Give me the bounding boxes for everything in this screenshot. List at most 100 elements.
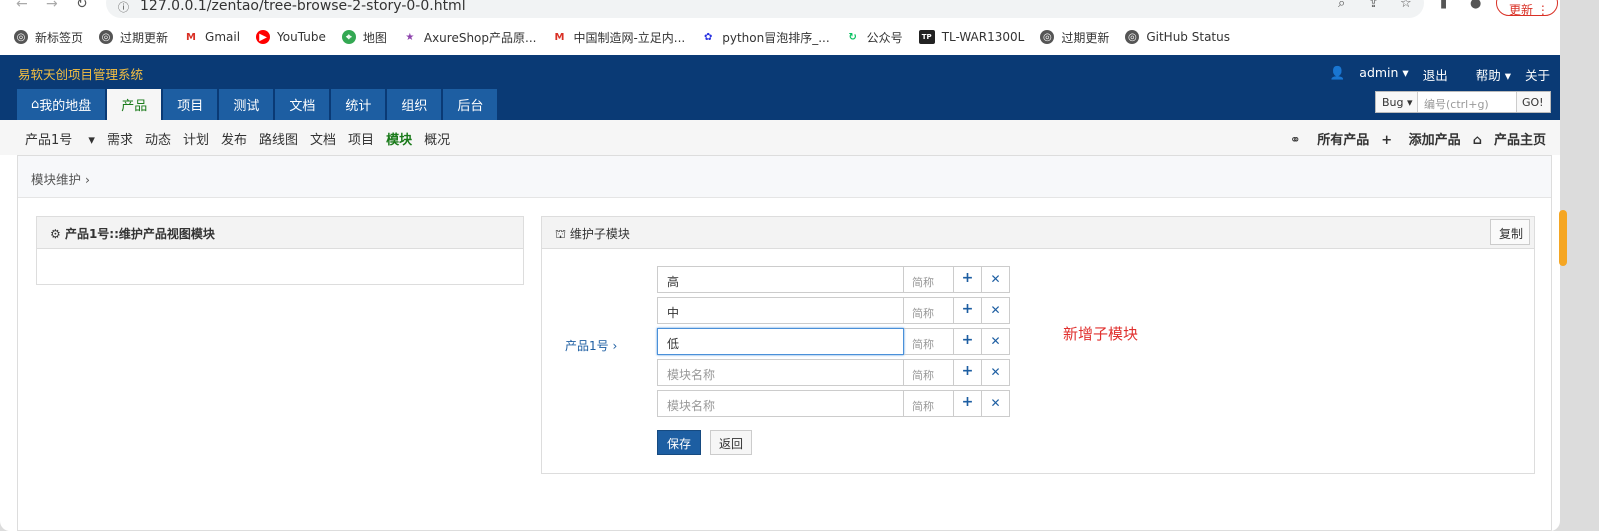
page-scrollbar-thumb[interactable] bbox=[1559, 210, 1567, 266]
bookmark-item[interactable]: ★ AxureShop产品原... bbox=[402, 29, 537, 46]
module-short-input[interactable]: 简称 bbox=[904, 328, 954, 355]
subnav-item[interactable]: 发布 bbox=[221, 129, 247, 148]
subnav-item[interactable]: 项目 bbox=[348, 129, 374, 148]
bookmark-item[interactable]: ⌖ 地图 bbox=[341, 29, 387, 46]
all-products-link[interactable]: ⚭ 所有产品 bbox=[1290, 129, 1369, 148]
main-nav-tab[interactable]: 测试 bbox=[219, 89, 274, 120]
address-bar[interactable]: ⓘ 127.0.0.1/zentao/tree-browse-2-story-0… bbox=[106, 0, 1424, 18]
annotation-text: 新增子模块 bbox=[1063, 325, 1139, 343]
bookmark-item[interactable]: ✿ python冒泡排序_... bbox=[701, 29, 830, 46]
module-name-input[interactable]: 中 bbox=[657, 297, 904, 324]
main-nav-tab[interactable]: 项目 bbox=[163, 89, 218, 120]
bookmark-item[interactable]: ↻ 公众号 bbox=[845, 29, 903, 46]
module-short-input[interactable]: 简称 bbox=[904, 359, 954, 386]
add-row-icon[interactable]: + bbox=[954, 297, 982, 324]
module-row: 模块名称 简称 + ✕ bbox=[657, 359, 1010, 386]
bookmark-label: YouTube bbox=[277, 30, 326, 44]
subnav-item[interactable]: 需求 bbox=[107, 129, 133, 148]
copy-button[interactable]: 复制 bbox=[1490, 219, 1530, 245]
user-dropdown[interactable]: 👤 admin ▾ bbox=[1316, 65, 1409, 84]
quick-search: Bug ▾ 编号(ctrl+g) GO! bbox=[1375, 91, 1551, 113]
logout-link[interactable]: 退出 bbox=[1423, 65, 1448, 84]
back-arrow-icon[interactable]: ← bbox=[16, 0, 28, 12]
subnav-item[interactable]: 概况 bbox=[424, 129, 450, 148]
module-short-input[interactable]: 简称 bbox=[904, 266, 954, 293]
main-nav-tab[interactable]: 文档 bbox=[275, 89, 330, 120]
bookmark-item[interactable]: ◎ 过期更新 bbox=[99, 29, 168, 46]
add-product-link[interactable]: + 添加产品 bbox=[1381, 129, 1460, 148]
module-row: 高简称 + ✕ bbox=[657, 266, 1010, 293]
module-row: 模块名称 简称 + ✕ bbox=[657, 390, 1010, 417]
add-row-icon[interactable]: + bbox=[954, 359, 982, 386]
site-info-icon[interactable]: ⓘ bbox=[118, 0, 129, 15]
main-nav-tab[interactable]: 统计 bbox=[331, 89, 386, 120]
globe-icon: ◎ bbox=[99, 30, 114, 44]
parent-product-link[interactable]: 产品1号 › bbox=[565, 337, 617, 354]
subnav-item[interactable]: 文档 bbox=[310, 129, 336, 148]
refresh-icon: ↻ bbox=[845, 30, 860, 44]
bookmark-star-icon[interactable]: ☆ bbox=[1400, 0, 1412, 11]
subnav-item[interactable]: 路线图 bbox=[259, 129, 298, 148]
bookmark-item[interactable]: ◎ 新标签页 bbox=[14, 29, 83, 46]
product-switcher[interactable]: 产品1号 ▾ bbox=[25, 129, 95, 148]
bookmark-item[interactable]: ◎ 过期更新 bbox=[1040, 29, 1109, 46]
module-tree-panel: ⚙ 产品1号::维护产品视图模块 bbox=[36, 216, 524, 285]
update-button[interactable]: 更新 ⋮ bbox=[1496, 0, 1558, 17]
subnav-item[interactable]: 动态 bbox=[145, 129, 171, 148]
sidepanel-icon[interactable]: ▮ bbox=[1440, 0, 1447, 11]
forward-arrow-icon[interactable]: → bbox=[46, 0, 58, 12]
module-short-input[interactable]: 简称 bbox=[904, 297, 954, 324]
module-name-input[interactable]: 低 bbox=[657, 328, 904, 355]
breadcrumb-label[interactable]: 模块维护 bbox=[31, 172, 81, 187]
add-row-icon[interactable]: + bbox=[954, 328, 982, 355]
main-nav-tab[interactable]: 后台 bbox=[443, 89, 498, 120]
save-button[interactable]: 保存 bbox=[657, 430, 702, 455]
module-name-input[interactable]: 高 bbox=[657, 266, 904, 293]
delete-row-icon[interactable]: ✕ bbox=[982, 359, 1010, 386]
bookmark-item[interactable]: ◎ GitHub Status bbox=[1125, 30, 1230, 44]
main-nav-label: 后台 bbox=[457, 99, 484, 114]
module-row: 中简称 + ✕ bbox=[657, 297, 1010, 324]
bookmark-item[interactable]: M 中国制造网-立足内... bbox=[552, 29, 685, 46]
delete-row-icon[interactable]: ✕ bbox=[982, 266, 1010, 293]
gmail-icon: M bbox=[184, 30, 199, 44]
share-icon[interactable]: ⇪ bbox=[1368, 0, 1379, 11]
product-home-link[interactable]: ⌂ 产品主页 bbox=[1473, 129, 1546, 148]
main-nav-tab[interactable]: 产品 bbox=[107, 89, 162, 120]
browser-window: ← → ↻ ⓘ 127.0.0.1/zentao/tree-browse-2-s… bbox=[0, 0, 1560, 531]
profile-icon[interactable]: ● bbox=[1470, 0, 1481, 11]
back-button[interactable]: 返回 bbox=[710, 430, 753, 455]
help-dropdown[interactable]: 帮助 ▾ bbox=[1462, 65, 1511, 84]
main-nav-tab[interactable]: ⌂ 我的地盘 bbox=[17, 89, 106, 120]
delete-row-icon[interactable]: ✕ bbox=[982, 297, 1010, 324]
main-nav-tab[interactable]: 组织 bbox=[387, 89, 442, 120]
module-name-input[interactable]: 模块名称 bbox=[657, 390, 904, 417]
parent-product-label: 产品1号 bbox=[565, 339, 609, 353]
maps-icon: ⌖ bbox=[341, 30, 356, 44]
delete-row-icon[interactable]: ✕ bbox=[982, 328, 1010, 355]
add-row-icon[interactable]: + bbox=[954, 390, 982, 417]
bookmark-item[interactable]: ▶ YouTube bbox=[256, 30, 326, 44]
bookmark-label: 过期更新 bbox=[120, 30, 169, 45]
search-input[interactable]: 编号(ctrl+g) bbox=[1418, 92, 1516, 112]
module-name-input[interactable]: 模块名称 bbox=[657, 359, 904, 386]
add-row-icon[interactable]: + bbox=[954, 266, 982, 293]
reload-icon[interactable]: ↻ bbox=[76, 0, 88, 12]
user-icon: 👤 bbox=[1329, 65, 1346, 80]
about-link[interactable]: 关于 bbox=[1525, 65, 1550, 84]
zoom-icon[interactable]: ⌕ bbox=[1338, 0, 1345, 11]
page-scrollbar-track bbox=[1560, 0, 1599, 531]
subnav-item[interactable]: 模块 bbox=[386, 129, 412, 148]
globe-icon: ◎ bbox=[14, 30, 28, 44]
bookmark-item[interactable]: TP TL-WAR1300L bbox=[918, 30, 1024, 44]
sitemap-icon: ⛫ bbox=[555, 227, 567, 241]
child-module-title: ⛫ 维护子模块 bbox=[542, 217, 1534, 249]
search-type-select[interactable]: Bug ▾ bbox=[1376, 92, 1418, 112]
module-short-input[interactable]: 简称 bbox=[904, 390, 954, 417]
subnav-item[interactable]: 计划 bbox=[183, 129, 209, 148]
bookmark-item[interactable]: M Gmail bbox=[184, 30, 240, 44]
delete-row-icon[interactable]: ✕ bbox=[982, 390, 1010, 417]
bookmark-label: AxureShop产品原... bbox=[423, 30, 537, 45]
update-label: 更新 bbox=[1509, 3, 1534, 17]
search-go-button[interactable]: GO! bbox=[1516, 92, 1550, 112]
